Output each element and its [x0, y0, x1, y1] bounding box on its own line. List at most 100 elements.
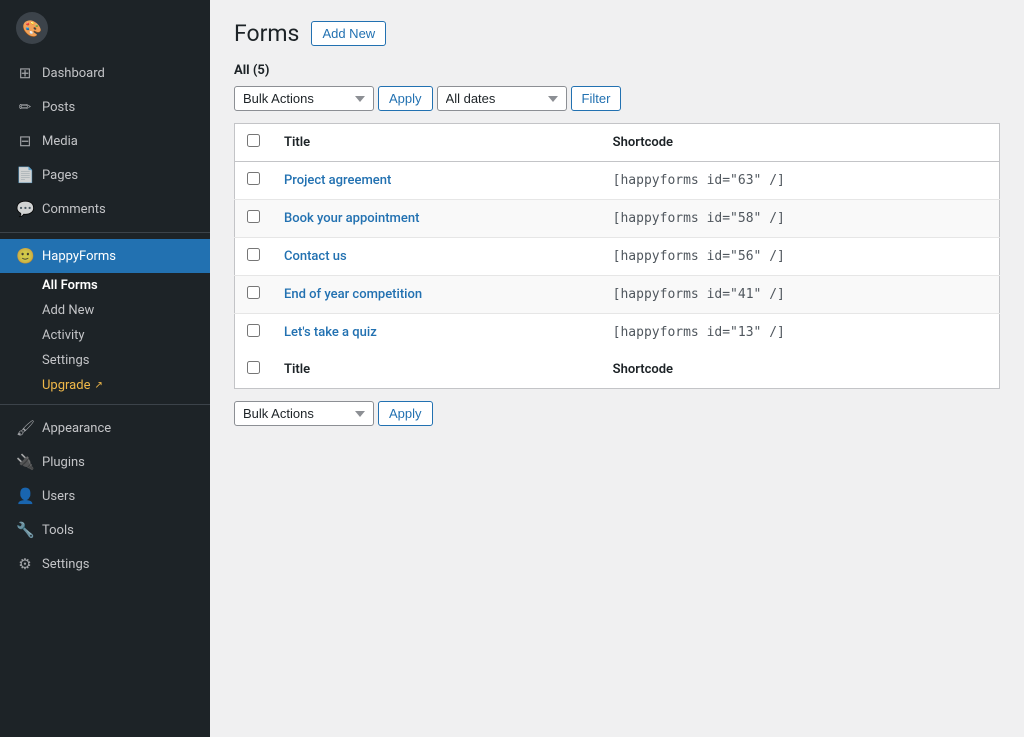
- tools-icon: 🔧: [16, 521, 34, 539]
- row-checkbox-cell: [235, 162, 273, 200]
- sidebar-logo: 🎨: [0, 0, 210, 56]
- appearance-icon: 🖌: [16, 419, 34, 437]
- sidebar-item-appearance[interactable]: 🖌 Appearance: [0, 411, 210, 445]
- sidebar-item-label: HappyForms: [42, 249, 116, 264]
- row-shortcode-cell: [happyforms id="41" /]: [601, 276, 1000, 314]
- row-title-cell: Book your appointment: [272, 200, 601, 238]
- sidebar-item-settings[interactable]: ⚙ Settings: [0, 547, 210, 581]
- wp-logo-icon: 🎨: [16, 12, 48, 44]
- select-all-col: [235, 124, 273, 162]
- settings-icon: ⚙: [16, 555, 34, 573]
- submenu-item-all-forms[interactable]: All Forms: [0, 273, 210, 298]
- sidebar-item-label: Dashboard: [42, 66, 105, 81]
- submenu-label: Settings: [42, 353, 89, 368]
- submenu-item-upgrade[interactable]: Upgrade ↗: [0, 373, 210, 398]
- page-title: Forms: [234, 20, 299, 47]
- sidebar-item-label: Media: [42, 134, 78, 149]
- row-checkbox-4[interactable]: [247, 324, 260, 337]
- sidebar-item-label: Posts: [42, 100, 75, 115]
- filter-button[interactable]: Filter: [571, 86, 622, 111]
- sidebar-item-label: Users: [42, 489, 75, 504]
- row-checkbox-2[interactable]: [247, 248, 260, 261]
- count-label: All (5): [234, 63, 1000, 78]
- table-head: Title Shortcode: [235, 124, 1000, 162]
- sidebar: 🎨 ⊞ Dashboard ✏ Posts ⊟ Media 📄 Pages 💬 …: [0, 0, 210, 737]
- add-new-button[interactable]: Add New: [311, 21, 386, 46]
- dashboard-icon: ⊞: [16, 64, 34, 82]
- bulk-actions-select-top[interactable]: Bulk Actions: [234, 86, 374, 111]
- table-footer-row: Title Shortcode: [235, 351, 1000, 389]
- sidebar-item-posts[interactable]: ✏ Posts: [0, 90, 210, 124]
- happyforms-icon: 🙂: [16, 247, 34, 265]
- sidebar-item-users[interactable]: 👤 Users: [0, 479, 210, 513]
- row-title-cell: Contact us: [272, 238, 601, 276]
- row-checkbox-cell: [235, 314, 273, 352]
- media-icon: ⊟: [16, 132, 34, 150]
- table-row: Project agreement [happyforms id="63" /]: [235, 162, 1000, 200]
- table-row: End of year competition [happyforms id="…: [235, 276, 1000, 314]
- sidebar-item-label: Settings: [42, 557, 89, 572]
- sidebar-item-label: Plugins: [42, 455, 85, 470]
- submenu-label: All Forms: [42, 278, 98, 293]
- submenu-label: Add New: [42, 303, 94, 318]
- bulk-actions-select-bottom[interactable]: Bulk Actions: [234, 401, 374, 426]
- shortcode-column-footer: Shortcode: [601, 351, 1000, 389]
- sidebar-menu: ⊞ Dashboard ✏ Posts ⊟ Media 📄 Pages 💬 Co…: [0, 56, 210, 737]
- forms-table: Title Shortcode Project agreement [happy…: [234, 123, 1000, 389]
- sidebar-item-comments[interactable]: 💬 Comments: [0, 192, 210, 226]
- row-checkbox-cell: [235, 276, 273, 314]
- sidebar-divider: [0, 232, 210, 233]
- row-checkbox-0[interactable]: [247, 172, 260, 185]
- row-checkbox-3[interactable]: [247, 286, 260, 299]
- users-icon: 👤: [16, 487, 34, 505]
- sidebar-item-happyforms[interactable]: 🙂 HappyForms: [0, 239, 210, 273]
- form-title-link-2[interactable]: Contact us: [284, 249, 347, 264]
- row-shortcode-cell: [happyforms id="58" /]: [601, 200, 1000, 238]
- row-shortcode-cell: [happyforms id="63" /]: [601, 162, 1000, 200]
- table-foot: Title Shortcode: [235, 351, 1000, 389]
- apply-button-bottom[interactable]: Apply: [378, 401, 433, 426]
- sidebar-item-label: Appearance: [42, 421, 111, 436]
- sidebar-item-dashboard[interactable]: ⊞ Dashboard: [0, 56, 210, 90]
- select-all-checkbox[interactable]: [247, 134, 260, 147]
- sidebar-divider-2: [0, 404, 210, 405]
- title-column-footer: Title: [272, 351, 601, 389]
- row-title-cell: End of year competition: [272, 276, 601, 314]
- page-header: Forms Add New: [234, 20, 1000, 47]
- submenu-item-add-new[interactable]: Add New: [0, 298, 210, 323]
- row-title-cell: Let's take a quiz: [272, 314, 601, 352]
- submenu-item-settings[interactable]: Settings: [0, 348, 210, 373]
- pages-icon: 📄: [16, 166, 34, 184]
- plugins-icon: 🔌: [16, 453, 34, 471]
- row-checkbox-1[interactable]: [247, 210, 260, 223]
- table-body: Project agreement [happyforms id="63" /]…: [235, 162, 1000, 352]
- sidebar-item-label: Comments: [42, 202, 106, 217]
- select-all-foot-col: [235, 351, 273, 389]
- bottom-filter-bar: Bulk Actions Apply: [234, 401, 1000, 426]
- form-title-link-3[interactable]: End of year competition: [284, 287, 422, 302]
- top-filter-bar: Bulk Actions Apply All dates Filter: [234, 86, 1000, 111]
- date-filter-select[interactable]: All dates: [437, 86, 567, 111]
- select-all-footer-checkbox[interactable]: [247, 361, 260, 374]
- row-shortcode-cell: [happyforms id="13" /]: [601, 314, 1000, 352]
- form-title-link-0[interactable]: Project agreement: [284, 173, 391, 188]
- sidebar-item-tools[interactable]: 🔧 Tools: [0, 513, 210, 547]
- row-shortcode-cell: [happyforms id="56" /]: [601, 238, 1000, 276]
- form-title-link-4[interactable]: Let's take a quiz: [284, 325, 377, 340]
- table-row: Contact us [happyforms id="56" /]: [235, 238, 1000, 276]
- sidebar-item-pages[interactable]: 📄 Pages: [0, 158, 210, 192]
- table-header-row: Title Shortcode: [235, 124, 1000, 162]
- submenu-item-activity[interactable]: Activity: [0, 323, 210, 348]
- form-title-link-1[interactable]: Book your appointment: [284, 211, 419, 226]
- sidebar-item-plugins[interactable]: 🔌 Plugins: [0, 445, 210, 479]
- main-content: Forms Add New All (5) Bulk Actions Apply…: [210, 0, 1024, 737]
- sidebar-item-media[interactable]: ⊟ Media: [0, 124, 210, 158]
- apply-button-top[interactable]: Apply: [378, 86, 433, 111]
- comments-icon: 💬: [16, 200, 34, 218]
- external-link-icon: ↗: [94, 380, 102, 391]
- posts-icon: ✏: [16, 98, 34, 116]
- happyforms-submenu: All Forms Add New Activity Settings Upgr…: [0, 273, 210, 398]
- submenu-label: Upgrade: [42, 378, 90, 393]
- title-column-header: Title: [272, 124, 601, 162]
- sidebar-item-label: Tools: [42, 523, 74, 538]
